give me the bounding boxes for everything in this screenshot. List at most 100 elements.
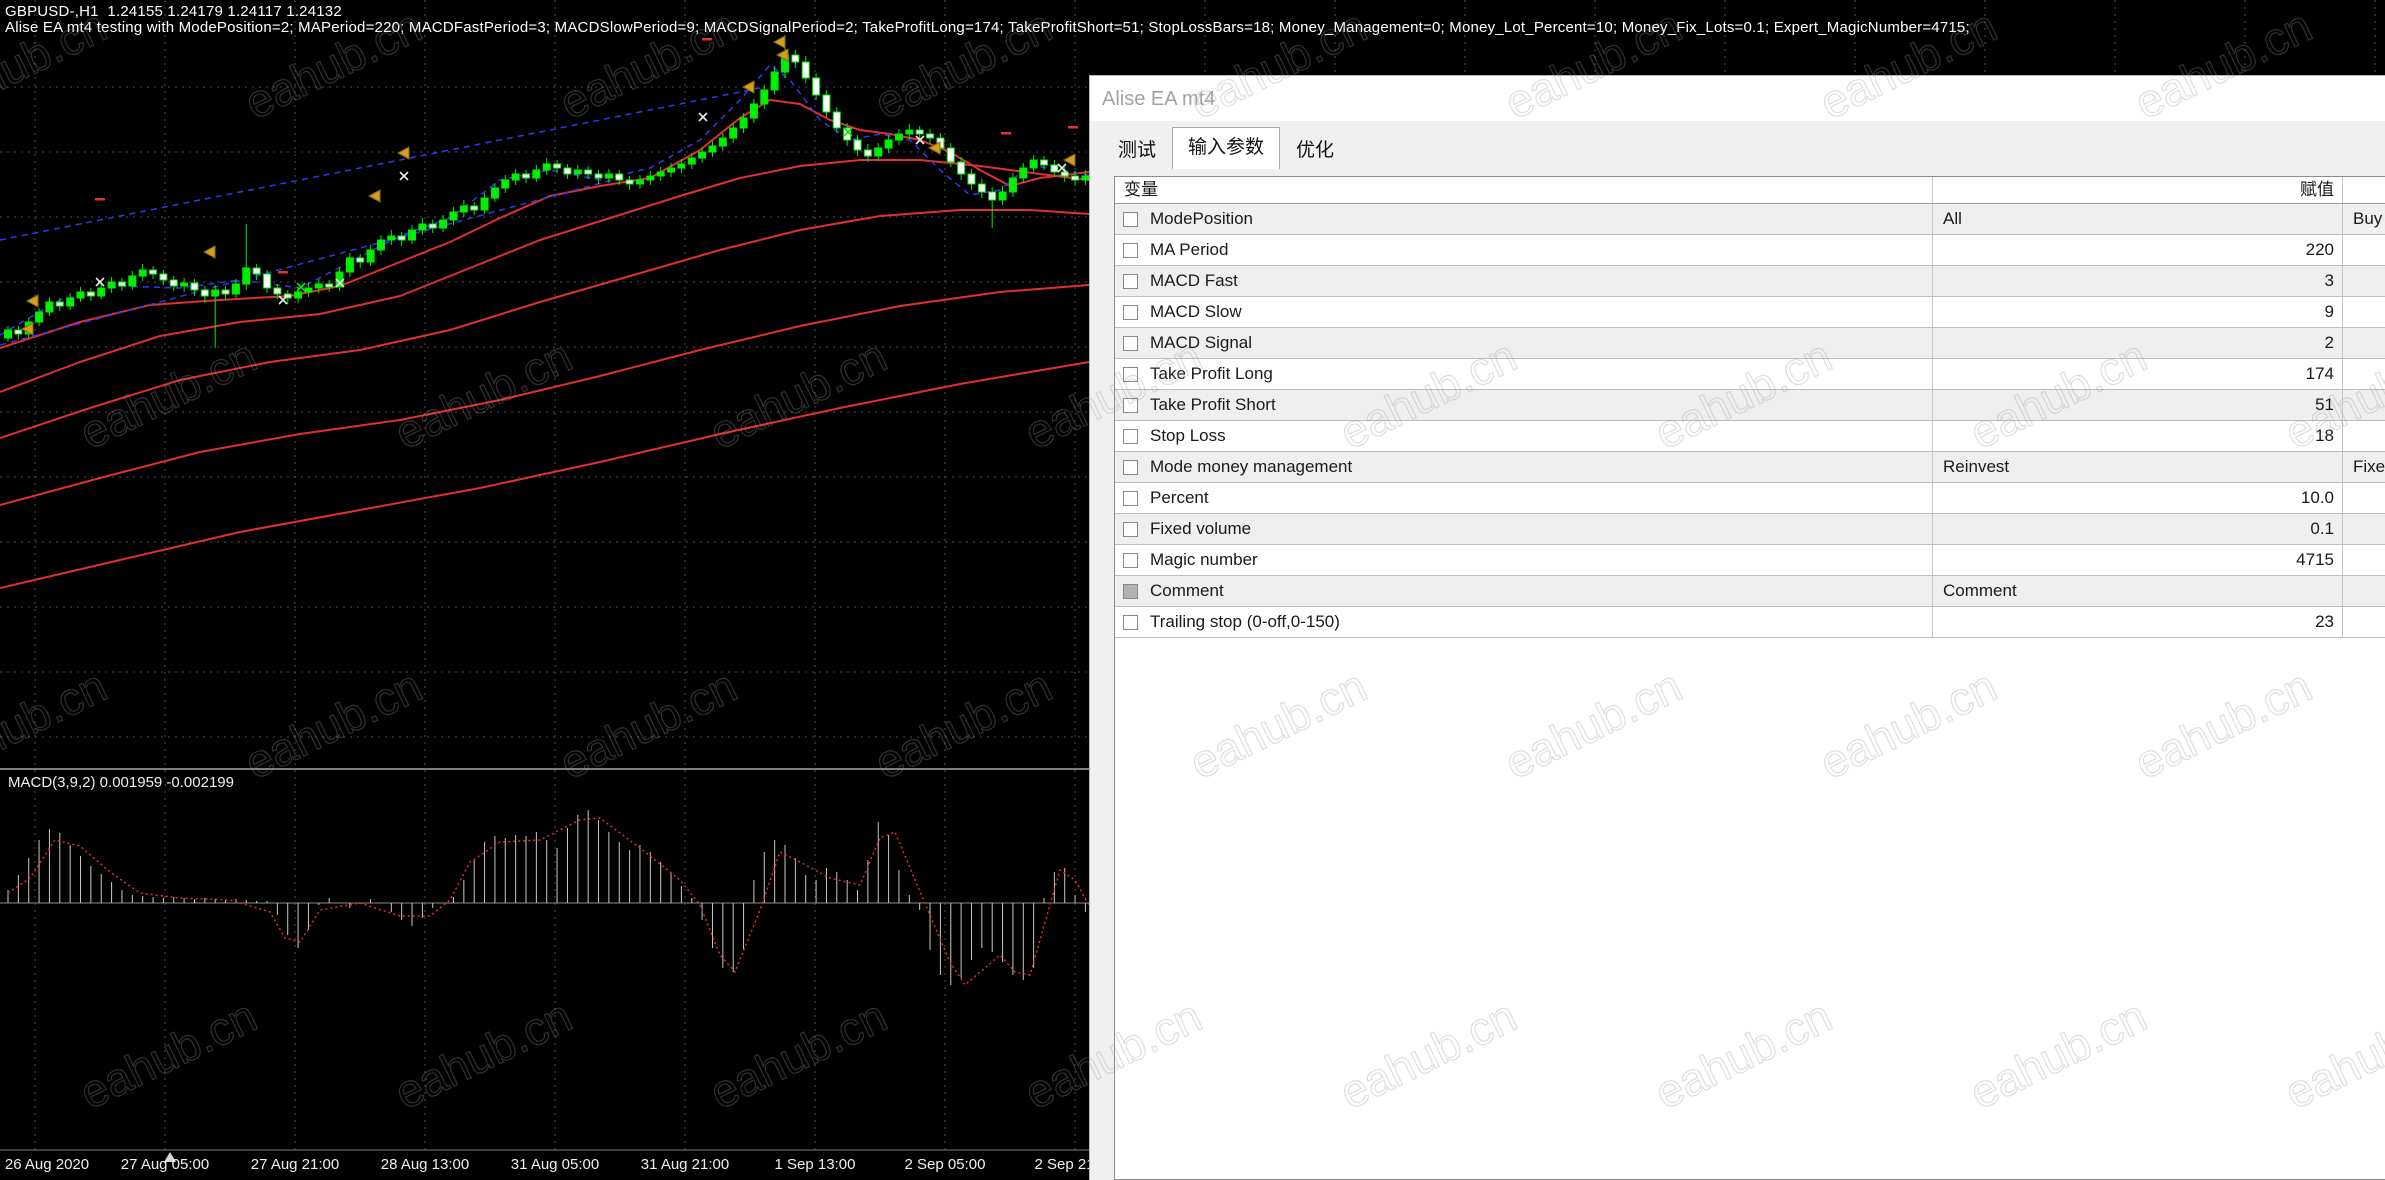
param-label-cell: Stop Loss (1115, 421, 1933, 451)
param-start-value[interactable] (2343, 421, 2385, 451)
param-value[interactable]: 2 (1933, 328, 2343, 358)
tab-0[interactable]: 测试 (1102, 133, 1172, 169)
param-row[interactable]: MACD Fast 3 (1115, 266, 2385, 297)
param-checkbox[interactable] (1123, 428, 1138, 444)
param-start-value[interactable] (2343, 328, 2385, 358)
macd-indicator-label: MACD(3,9,2) 0.001959 -0.002199 (8, 774, 234, 791)
param-start-value[interactable] (2343, 390, 2385, 420)
param-checkbox[interactable] (1123, 335, 1138, 351)
param-checkbox[interactable] (1123, 304, 1138, 320)
param-row[interactable]: ModePosition All Buy (1115, 204, 2385, 235)
param-row[interactable]: Comment Comment (1115, 576, 2385, 607)
param-row[interactable]: MACD Slow 9 (1115, 297, 2385, 328)
param-value[interactable]: 9 (1933, 297, 2343, 327)
param-start-value[interactable]: Buy (2343, 204, 2385, 234)
param-value[interactable]: 4715 (1933, 545, 2343, 575)
param-checkbox[interactable] (1123, 552, 1138, 568)
param-label: Comment (1150, 581, 1224, 600)
param-row[interactable]: Percent 10.0 (1115, 483, 2385, 514)
param-label-cell: Mode money management (1115, 452, 1933, 482)
ea-settings-dialog: Alise EA mt4 测试 输入参数 优化 变量 赋值 ModePosition… (1089, 75, 2385, 1180)
param-label-cell: Comment (1115, 576, 1933, 606)
time-axis-label: 26 Aug 2020 (4, 1156, 90, 1173)
table-header: 变量 赋值 (1115, 177, 2385, 204)
time-axis-label: 27 Aug 21:00 (250, 1156, 340, 1173)
param-checkbox[interactable] (1123, 242, 1138, 258)
param-value[interactable]: 174 (1933, 359, 2343, 389)
param-label: MACD Fast (1150, 271, 1238, 290)
tab-2[interactable]: 优化 (1280, 133, 1350, 169)
param-label-cell: ModePosition (1115, 204, 1933, 234)
time-axis-label: 1 Sep 13:00 (774, 1156, 856, 1173)
param-label: Stop Loss (1150, 426, 1226, 445)
param-checkbox[interactable] (1123, 459, 1138, 475)
ea-status-line: Alise EA mt4 testing with ModePosition=2… (5, 19, 1970, 36)
param-label-cell: Take Profit Short (1115, 390, 1933, 420)
param-start-value[interactable]: Fixed (2343, 452, 2385, 482)
time-axis-label: 31 Aug 21:00 (640, 1156, 730, 1173)
param-value[interactable]: 18 (1933, 421, 2343, 451)
param-row[interactable]: Take Profit Short 51 (1115, 390, 2385, 421)
param-checkbox[interactable] (1123, 521, 1138, 537)
param-checkbox[interactable] (1123, 211, 1138, 227)
param-value[interactable]: 220 (1933, 235, 2343, 265)
param-checkbox[interactable] (1123, 490, 1138, 506)
param-label: MACD Signal (1150, 333, 1253, 352)
param-label-cell: MACD Fast (1115, 266, 1933, 296)
param-row[interactable]: Magic number 4715 (1115, 545, 2385, 576)
param-start-value[interactable] (2343, 483, 2385, 513)
param-label: Trailing stop (0-off,0-150) (1150, 612, 1340, 631)
param-checkbox[interactable] (1123, 273, 1138, 289)
param-value[interactable]: 10.0 (1933, 483, 2343, 513)
param-start-value[interactable] (2343, 359, 2385, 389)
param-label: Mode money management (1150, 457, 1353, 476)
param-start-value[interactable] (2343, 514, 2385, 544)
param-label-cell: MACD Signal (1115, 328, 1933, 358)
param-label-cell: Trailing stop (0-off,0-150) (1115, 607, 1933, 637)
param-label-cell: Magic number (1115, 545, 1933, 575)
param-start-value[interactable] (2343, 576, 2385, 606)
time-axis-label: 2 Sep 05:00 (904, 1156, 986, 1173)
param-label-cell: MA Period (1115, 235, 1933, 265)
param-label: Magic number (1150, 550, 1258, 569)
param-start-value[interactable] (2343, 266, 2385, 296)
param-row[interactable]: MA Period 220 (1115, 235, 2385, 266)
param-value[interactable]: Comment (1933, 576, 2343, 606)
tab-1[interactable]: 输入参数 (1172, 127, 1281, 169)
param-value[interactable]: 23 (1933, 607, 2343, 637)
param-label-cell: Percent (1115, 483, 1933, 513)
param-value[interactable]: 0.1 (1933, 514, 2343, 544)
param-row[interactable]: MACD Signal 2 (1115, 328, 2385, 359)
time-axis-label: 28 Aug 13:00 (380, 1156, 470, 1173)
param-checkbox[interactable] (1123, 366, 1138, 382)
param-start-value[interactable] (2343, 607, 2385, 637)
param-label: Fixed volume (1150, 519, 1252, 538)
time-axis-label: 27 Aug 05:00 (120, 1156, 210, 1173)
param-row[interactable]: Trailing stop (0-off,0-150) 23 (1115, 607, 2385, 638)
header-variable: 变量 (1115, 177, 1933, 203)
param-label: Take Profit Short (1150, 395, 1276, 414)
param-checkbox[interactable] (1123, 397, 1138, 413)
param-row[interactable]: Stop Loss 18 (1115, 421, 2385, 452)
param-label: MACD Slow (1150, 302, 1242, 321)
param-start-value[interactable] (2343, 545, 2385, 575)
param-value[interactable]: 51 (1933, 390, 2343, 420)
param-checkbox[interactable] (1123, 583, 1138, 599)
param-start-value[interactable] (2343, 235, 2385, 265)
symbol-quote-line: GBPUSD-,H1 1.24155 1.24179 1.24117 1.241… (5, 3, 342, 20)
param-checkbox[interactable] (1123, 614, 1138, 630)
param-value[interactable]: All (1933, 204, 2343, 234)
tab-bar: 测试 输入参数 优化 (1090, 121, 2385, 169)
param-start-value[interactable] (2343, 297, 2385, 327)
parameters-table: 变量 赋值 ModePosition All Buy MA Period 220 MACD… (1114, 176, 2385, 1180)
param-label: MA Period (1150, 240, 1229, 259)
param-value[interactable]: 3 (1933, 266, 2343, 296)
param-label-cell: Take Profit Long (1115, 359, 1933, 389)
param-row[interactable]: Take Profit Long 174 (1115, 359, 2385, 390)
dialog-title: Alise EA mt4 (1102, 88, 1216, 110)
header-value: 赋值 (1933, 177, 2343, 203)
param-value[interactable]: Reinvest (1933, 452, 2343, 482)
param-row[interactable]: Fixed volume 0.1 (1115, 514, 2385, 545)
param-row[interactable]: Mode money management ReinvestFixed (1115, 452, 2385, 483)
param-label-cell: Fixed volume (1115, 514, 1933, 544)
